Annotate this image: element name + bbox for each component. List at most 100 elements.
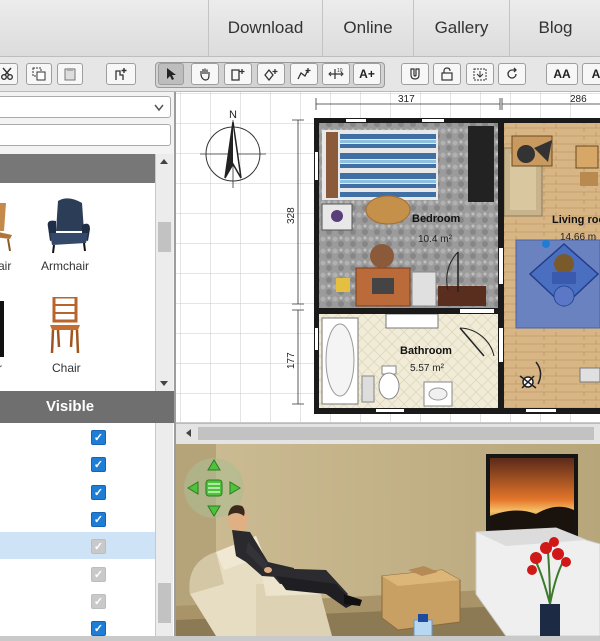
3d-view[interactable] <box>176 444 600 636</box>
nav-online[interactable]: Online <box>322 0 413 56</box>
toilet[interactable] <box>378 365 400 400</box>
furniture-table-row[interactable]: ✓ <box>0 478 155 505</box>
pan-mode-button[interactable] <box>191 63 219 85</box>
paste-button[interactable] <box>57 63 83 85</box>
polyline-icon <box>297 68 311 80</box>
visible-checkbox[interactable]: ✓ <box>91 566 106 582</box>
clipboard-icon <box>64 68 76 81</box>
create-photo-button[interactable] <box>401 63 429 85</box>
visible-checkbox[interactable]: ✓ <box>91 457 106 473</box>
plan-scroll-thumb[interactable] <box>198 427 594 440</box>
catalog-item-label: air <box>0 259 12 273</box>
create-walls-button[interactable] <box>224 63 252 85</box>
visible-checkbox[interactable]: ✓ <box>91 539 106 555</box>
copy-button[interactable] <box>26 63 52 85</box>
create-dimensions-button[interactable]: 10 <box>322 63 350 85</box>
zoom-in-button[interactable]: AA <box>546 63 578 85</box>
furniture-table-row[interactable]: ✓ <box>0 614 155 641</box>
furniture-table-row[interactable]: ✓ <box>0 532 155 560</box>
furniture-table-header: Visible <box>0 391 174 423</box>
modify-button[interactable] <box>498 63 526 85</box>
import-furniture-button[interactable] <box>466 63 494 85</box>
bed[interactable] <box>322 130 438 200</box>
compass-north-label: N <box>229 109 237 121</box>
furniture-table-row[interactable]: ✓ <box>0 505 155 532</box>
black-chair-icon <box>0 301 4 357</box>
catalog-search-input[interactable] <box>0 124 171 146</box>
visible-checkbox[interactable]: ✓ <box>91 430 106 445</box>
catalog-item-chair-black[interactable]: r <box>0 301 30 381</box>
catalog-item-label: r <box>0 361 2 375</box>
dimension-top-right: 286 <box>570 94 587 105</box>
toolbar: 10 A+ AA A <box>0 57 600 92</box>
refresh-icon <box>507 67 517 79</box>
visible-checkbox[interactable]: ✓ <box>91 593 106 609</box>
catalog-item-label: Chair <box>52 361 81 375</box>
scroll-up-icon <box>160 159 168 164</box>
add-furniture-icon <box>115 68 127 80</box>
tv-cabinet <box>475 527 600 636</box>
furniture-table-row[interactable]: ✓ <box>0 423 155 450</box>
bathroom-cabinet <box>385 313 439 329</box>
create-rooms-button[interactable] <box>257 63 285 85</box>
lock-plan-button[interactable] <box>433 63 461 85</box>
catalog-item-label: Armchair <box>41 259 90 273</box>
scissors-icon <box>1 67 13 80</box>
magnet-icon <box>410 68 420 80</box>
room-area-living: 14.66 m <box>560 232 596 243</box>
furniture-table-row[interactable]: ✓ <box>0 450 155 477</box>
catalog-list: air Armchair r Chair <box>0 183 155 391</box>
catalog-scrollbar[interactable] <box>155 154 173 391</box>
lock-icon <box>441 67 453 81</box>
dimension-left-lower: 177 <box>286 352 297 369</box>
scroll-down-icon <box>160 381 168 386</box>
import-icon <box>473 68 487 81</box>
dimension-left-upper: 328 <box>286 207 297 224</box>
furniture-table-scrollbar[interactable] <box>155 423 173 636</box>
zoom-out-button[interactable]: A <box>582 63 600 85</box>
furniture-table-row[interactable]: ✓ <box>0 587 155 614</box>
furniture-table: ✓ ✓ ✓ ✓ ✓ ✓ ✓ ✓ <box>0 423 174 637</box>
desk-chair <box>370 244 394 268</box>
bathtub[interactable] <box>321 317 359 405</box>
catalog-item-chair-partial[interactable]: air <box>0 201 40 281</box>
wall-icon <box>231 69 245 81</box>
catalog-category-select[interactable] <box>0 96 171 118</box>
visible-checkbox[interactable]: ✓ <box>91 511 106 527</box>
room-icon <box>264 68 278 81</box>
catalog-item-armchair[interactable]: Armchair <box>36 197 100 281</box>
chevron-down-icon <box>154 104 164 112</box>
catalog-item-chair[interactable]: Chair <box>44 295 94 383</box>
catalog-category-header <box>0 154 155 183</box>
furniture-scroll-thumb[interactable] <box>158 583 171 623</box>
nav-download[interactable]: Download <box>208 0 322 56</box>
room-area-bedroom: 10.4 m² <box>418 234 453 245</box>
selection-indicator <box>542 240 550 248</box>
select-mode-button[interactable] <box>158 63 184 85</box>
arrow-pointer-icon <box>167 68 176 80</box>
furniture-table-row[interactable]: ✓ <box>0 560 155 587</box>
hand-icon <box>200 68 210 81</box>
visible-column-header[interactable]: Visible <box>46 398 94 415</box>
add-furniture-button[interactable] <box>106 63 136 85</box>
wooden-chair-icon <box>0 203 12 251</box>
nav-gallery[interactable]: Gallery <box>413 0 509 56</box>
armchair-icon <box>47 198 90 254</box>
bedroom-rug <box>365 195 411 225</box>
create-polylines-button[interactable] <box>290 63 318 85</box>
dimension-icon: 10 <box>328 68 344 79</box>
top-navigation: Download Online Gallery Blog <box>0 0 600 57</box>
catalog-scroll-thumb[interactable] <box>158 222 171 252</box>
visible-checkbox[interactable]: ✓ <box>91 621 106 637</box>
nav-blog[interactable]: Blog <box>509 0 600 56</box>
dimension-top-left: 317 <box>398 94 415 105</box>
cut-button[interactable] <box>0 63 18 85</box>
chair-icon <box>50 297 80 354</box>
floor-plan-view[interactable]: 317 286 328 177 N Bedroom 10.4 m² Living… <box>176 92 600 422</box>
visible-checkbox[interactable]: ✓ <box>91 484 106 500</box>
scroll-left-icon <box>186 429 191 437</box>
add-text-button[interactable]: A+ <box>353 63 381 85</box>
plan-horizontal-scrollbar[interactable] <box>176 423 600 445</box>
3d-scene <box>176 444 600 636</box>
svg-text:10: 10 <box>337 68 343 74</box>
